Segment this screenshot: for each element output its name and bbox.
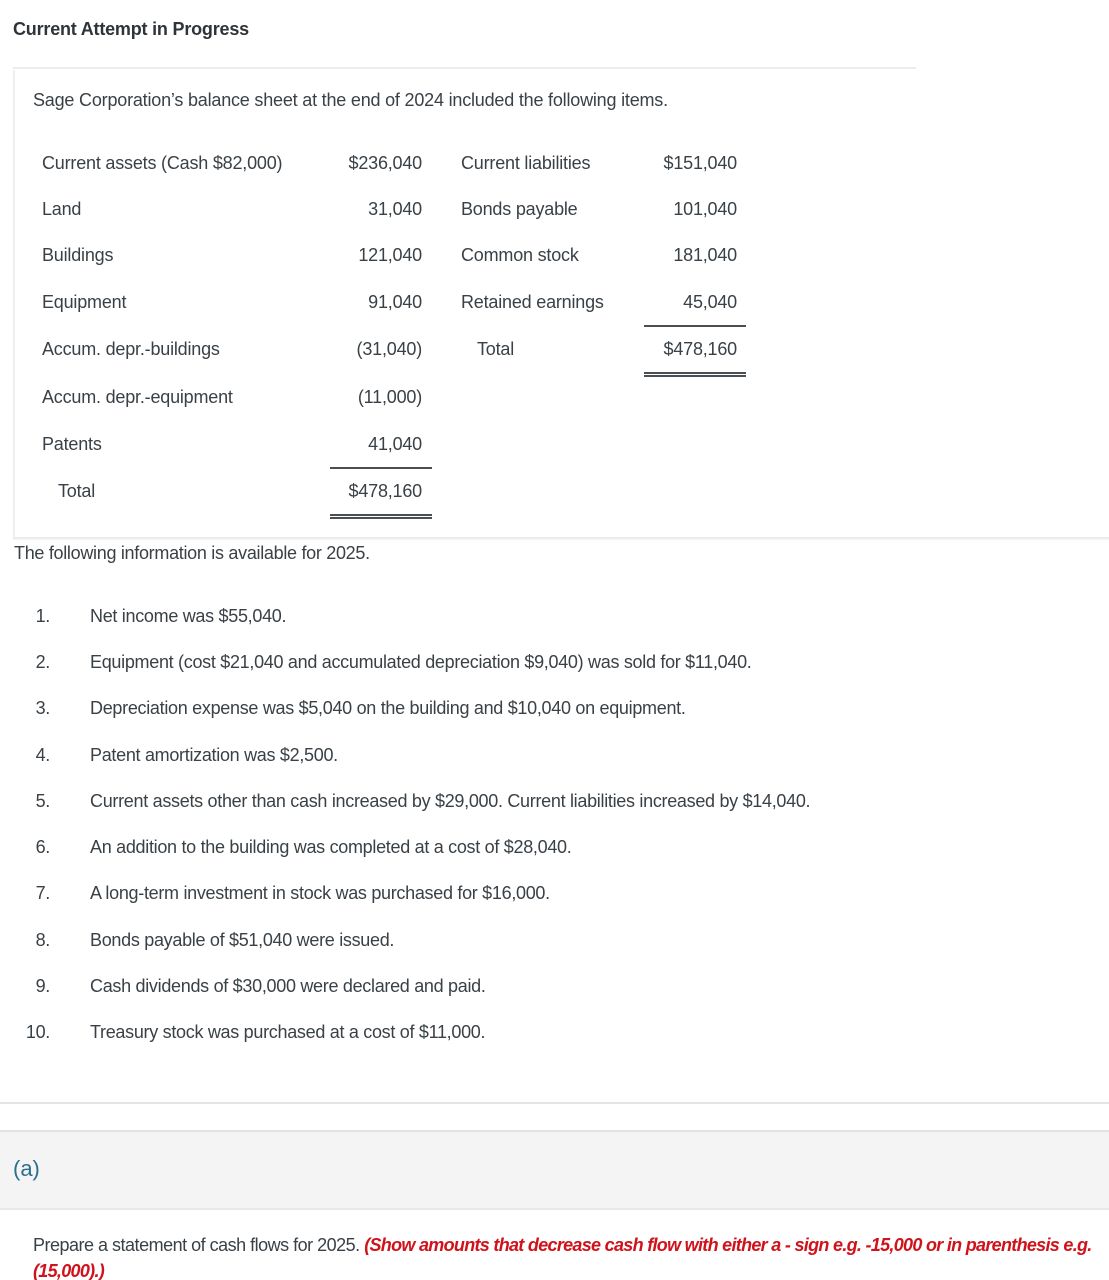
item-text: An addition to the building was complete… (90, 837, 572, 857)
item-number: 2. (35, 652, 51, 672)
item-text: Patent amortization was $2,500. (90, 745, 338, 765)
asset-amount: 41,040 (368, 434, 422, 454)
item-number: 4. (35, 745, 51, 765)
following-info-heading: The following information is available f… (14, 543, 370, 563)
asset-amount: 31,040 (368, 199, 422, 219)
assets-total-amount: $478,160 (348, 481, 423, 501)
item-number: 9. (35, 976, 51, 996)
liability-equity-label: Current liabilities (461, 153, 591, 173)
divider (13, 537, 1109, 540)
item-text: Cash dividends of $30,000 were declared … (90, 976, 486, 996)
total-double-rule (644, 372, 746, 377)
item-text: Bonds payable of $51,040 were issued. (90, 930, 395, 950)
subtotal-rule (644, 325, 746, 327)
liability-equity-amount: 45,040 (683, 292, 737, 312)
asset-amount: 121,040 (358, 245, 422, 265)
item-text: Equipment (cost $21,040 and accumulated … (90, 652, 752, 672)
instruction-text: Prepare a statement of cash flows for 20… (33, 1235, 365, 1255)
liability-equity-amount: 101,040 (673, 199, 737, 219)
asset-label: Buildings (42, 245, 114, 265)
assets-total-label: Total (58, 481, 96, 501)
liability-equity-amount: $151,040 (663, 153, 738, 173)
part-a-instruction: Prepare a statement of cash flows for 20… (33, 1232, 1109, 1280)
item-number: 5. (35, 791, 51, 811)
asset-amount: $236,040 (348, 153, 423, 173)
item-text: A long-term investment in stock was purc… (90, 883, 550, 903)
asset-amount: 91,040 (368, 292, 422, 312)
liabilities-equity-total-label: Total (477, 339, 515, 359)
liabilities-equity-total-amount: $478,160 (663, 339, 738, 359)
item-number: 8. (35, 930, 51, 950)
divider (13, 67, 916, 69)
liability-equity-label: Retained earnings (461, 292, 604, 312)
asset-label: Accum. depr.-equipment (42, 387, 233, 407)
item-text: Treasury stock was purchased at a cost o… (90, 1022, 486, 1042)
item-number: 6. (35, 837, 51, 857)
part-a-header (0, 1130, 1109, 1210)
item-text: Depreciation expense was $5,040 on the b… (90, 698, 686, 718)
item-text: Net income was $55,040. (90, 606, 287, 626)
liability-equity-label: Common stock (461, 245, 579, 265)
liability-equity-amount: 181,040 (673, 245, 737, 265)
item-number: 3. (35, 698, 51, 718)
item-number: 10. (25, 1022, 50, 1042)
asset-label: Equipment (42, 292, 127, 312)
asset-amount: (11,000) (357, 387, 422, 407)
attempt-title: Current Attempt in Progress (13, 19, 249, 39)
asset-label: Land (42, 199, 82, 219)
total-double-rule (330, 514, 432, 519)
asset-amount: (31,040) (356, 339, 423, 359)
asset-label: Patents (42, 434, 102, 454)
asset-label: Accum. depr.-buildings (42, 339, 220, 359)
divider (0, 1102, 1109, 1104)
page: Current Attempt in Progress Sage Corpora… (0, 0, 1109, 1280)
part-a-label: (a) (13, 1156, 40, 1181)
item-number: 1. (35, 606, 51, 626)
item-number: 7. (35, 883, 51, 903)
problem-intro: Sage Corporation’s balance sheet at the … (33, 90, 668, 110)
asset-label: Current assets (Cash $82,000) (42, 153, 283, 173)
liability-equity-label: Bonds payable (461, 199, 578, 219)
item-text: Current assets other than cash increased… (90, 791, 811, 811)
subtotal-rule (330, 467, 432, 469)
